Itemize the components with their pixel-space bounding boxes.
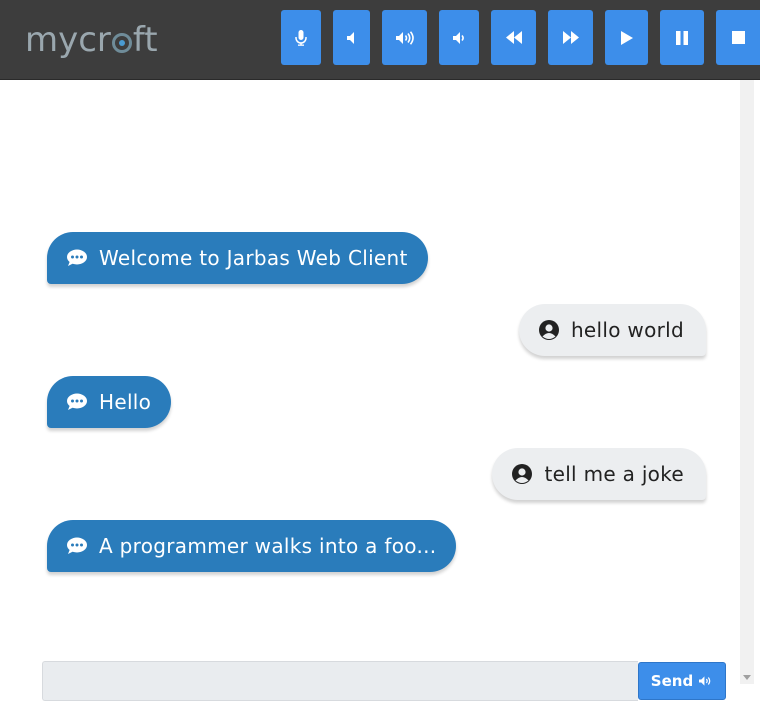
chat-history: Welcome to Jarbas Web Client hello world… <box>0 80 740 660</box>
rewind-icon <box>505 31 522 44</box>
pause-icon <box>676 30 688 45</box>
send-button[interactable]: Send <box>638 662 726 700</box>
play-icon <box>620 30 633 45</box>
user-message: tell me a joke <box>492 448 706 500</box>
volume-down-button[interactable] <box>439 10 479 65</box>
logo-text-start: mycr <box>25 20 111 60</box>
speech-bubble-icon <box>67 248 87 268</box>
play-button[interactable] <box>605 10 648 65</box>
user-circle-icon <box>512 464 533 484</box>
message-text: A programmer walks into a foo... <box>99 534 437 558</box>
send-label: Send <box>650 672 694 690</box>
message-text: tell me a joke <box>544 462 684 486</box>
logo-ring-icon <box>111 33 132 53</box>
volume-up-icon <box>699 676 711 686</box>
volume-off-icon <box>346 31 354 44</box>
microphone-icon <box>295 29 307 46</box>
message-text: Welcome to Jarbas Web Client <box>99 246 408 270</box>
speech-bubble-icon <box>67 536 87 556</box>
mute-button[interactable] <box>333 10 370 65</box>
scroll-down-arrow-icon[interactable] <box>743 675 751 680</box>
speech-bubble-icon <box>67 392 87 412</box>
message-input[interactable] <box>42 661 638 701</box>
bot-message: Hello <box>47 376 172 428</box>
message-text: Hello <box>99 390 152 414</box>
user-message: hello world <box>518 304 706 356</box>
bot-message: Welcome to Jarbas Web Client <box>47 232 428 284</box>
pause-button[interactable] <box>660 10 704 65</box>
chat-scrollbar[interactable] <box>740 80 754 684</box>
rewind-button[interactable] <box>491 10 536 65</box>
fast-forward-button[interactable] <box>548 10 593 65</box>
fast-forward-icon <box>562 31 579 44</box>
logo-text-end: ft <box>132 20 158 60</box>
mycroft-logo: mycr ft <box>25 18 158 62</box>
message-text: hello world <box>570 318 684 342</box>
user-circle-icon <box>538 320 559 340</box>
microphone-button[interactable] <box>281 10 321 65</box>
stop-button[interactable] <box>716 10 760 65</box>
volume-down-icon <box>452 31 464 44</box>
message-composer: Send <box>42 661 726 701</box>
volume-up-button[interactable] <box>382 10 427 65</box>
stop-icon <box>731 31 745 44</box>
bot-message: A programmer walks into a foo... <box>47 520 457 572</box>
top-bar: mycr ft <box>0 0 760 80</box>
volume-up-icon <box>395 30 414 45</box>
